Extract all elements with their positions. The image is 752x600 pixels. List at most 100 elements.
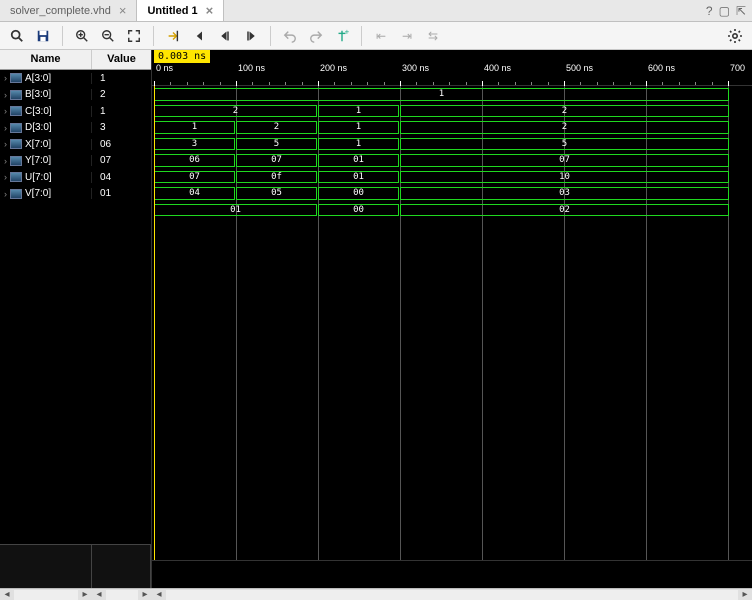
signal-value: 3	[92, 122, 151, 133]
signal-row[interactable]: › D[3:0] 3	[0, 120, 151, 137]
signal-value: 1	[92, 106, 151, 117]
signal-name: B[3:0]	[25, 89, 51, 100]
signal-name: X[7:0]	[25, 139, 51, 150]
bus-icon	[10, 156, 22, 166]
time-tick: 200 ns	[318, 75, 345, 85]
chevron-right-icon[interactable]: ›	[4, 106, 7, 116]
waveform-area[interactable]: 0.003 ns 0 ns100 ns200 ns300 ns400 ns500…	[152, 50, 752, 588]
wave-segment: 5	[236, 138, 317, 151]
tab-bar: solver_complete.vhd × Untitled 1 × ? ▢ ⇱	[0, 0, 752, 22]
signal-name: D[3:0]	[25, 122, 52, 133]
chevron-right-icon[interactable]: ›	[4, 123, 7, 133]
wave-segment: 04	[154, 187, 235, 200]
signal-value: 07	[92, 155, 151, 166]
bus-icon	[10, 123, 22, 133]
wave-segment: 2	[400, 105, 729, 118]
wave-segment: 07	[400, 154, 729, 167]
wave-segment: 2	[154, 105, 317, 118]
tab-solver[interactable]: solver_complete.vhd ×	[0, 0, 137, 21]
wave-segment: 01	[318, 171, 399, 184]
chevron-right-icon[interactable]: ›	[4, 139, 7, 149]
prev-edge-icon[interactable]: ⇤	[370, 25, 392, 47]
maximize-icon[interactable]: ▢	[719, 4, 730, 18]
chevron-right-icon[interactable]: ›	[4, 73, 7, 83]
wave-row: 010002	[152, 202, 752, 219]
zoom-fit-icon[interactable]	[123, 25, 145, 47]
time-tick: 300 ns	[400, 75, 427, 85]
signal-value: 1	[92, 73, 151, 84]
signal-row[interactable]: ›U[7:0]04	[0, 169, 151, 186]
signal-value: 01	[92, 188, 151, 199]
help-icon[interactable]: ?	[706, 4, 713, 18]
col-name-header: Name	[0, 50, 92, 69]
wave-segment: 1	[154, 121, 235, 134]
wave-row: 1212	[152, 119, 752, 136]
close-icon[interactable]: ×	[206, 3, 214, 18]
wave-segment: 07	[154, 171, 235, 184]
bus-icon	[10, 73, 22, 83]
add-marker-icon[interactable]: +	[331, 25, 353, 47]
signal-panel: Name Value › A[3:0] 1 › B[3:0] 2 › C[3:0] 1 › D[3:…	[0, 50, 152, 588]
time-ruler[interactable]: 0 ns100 ns200 ns300 ns400 ns500 ns600 ns…	[152, 50, 752, 86]
wave-row: 070f0110	[152, 169, 752, 186]
wave-segment: 01	[318, 154, 399, 167]
signal-row[interactable]: › V[7:0] 01	[0, 186, 151, 203]
wave-segment: 2	[400, 121, 729, 134]
wave-segment: 06	[154, 154, 235, 167]
goto-start-icon[interactable]	[188, 25, 210, 47]
signal-value: 2	[92, 89, 151, 100]
step-back-icon[interactable]	[214, 25, 236, 47]
signal-name: A[3:0]	[25, 73, 51, 84]
wave-row: 3515	[152, 136, 752, 153]
time-tick: 500 ns	[564, 75, 591, 85]
chevron-right-icon[interactable]: ›	[4, 156, 7, 166]
wave-row: 06070107	[152, 152, 752, 169]
zoom-in-icon[interactable]	[71, 25, 93, 47]
bus-icon	[10, 139, 22, 149]
hscroll-wave[interactable]: ◂▸	[152, 588, 752, 600]
signal-row[interactable]: ›X[7:0]06	[0, 136, 151, 153]
signal-name: C[3:0]	[25, 106, 52, 117]
bus-icon	[10, 172, 22, 182]
tab-untitled[interactable]: Untitled 1 ×	[137, 0, 224, 21]
signal-row[interactable]: › Y[7:0] 07	[0, 153, 151, 170]
next-edge-icon[interactable]: ⇥	[396, 25, 418, 47]
goto-cursor-icon[interactable]	[162, 25, 184, 47]
redo-icon[interactable]	[305, 25, 327, 47]
time-tick: 600 ns	[646, 75, 673, 85]
svg-text:+: +	[345, 29, 349, 36]
time-tick: 700	[728, 75, 743, 85]
close-icon[interactable]: ×	[119, 3, 127, 18]
swap-icon[interactable]: ⇆	[422, 25, 444, 47]
chevron-right-icon[interactable]: ›	[4, 189, 7, 199]
save-icon[interactable]	[32, 25, 54, 47]
signal-row[interactable]: › A[3:0] 1	[0, 70, 151, 87]
zoom-out-icon[interactable]	[97, 25, 119, 47]
chevron-right-icon[interactable]: ›	[4, 172, 7, 182]
wave-segment: 5	[400, 138, 729, 151]
wave-row: 212	[152, 103, 752, 120]
bus-icon	[10, 189, 22, 199]
wave-segment: 05	[236, 187, 317, 200]
signal-row[interactable]: › C[3:0] 1	[0, 103, 151, 120]
wave-segment: 02	[400, 204, 729, 217]
wave-segment: 07	[236, 154, 317, 167]
signal-name: U[7:0]	[25, 172, 52, 183]
signal-row[interactable]: › B[3:0] 2	[0, 87, 151, 104]
cursor-line[interactable]	[154, 86, 155, 560]
signal-name: V[7:0]	[25, 188, 51, 199]
wave-segment: 0f	[236, 171, 317, 184]
signal-name: Y[7:0]	[25, 155, 51, 166]
step-forward-icon[interactable]	[240, 25, 262, 47]
settings-icon[interactable]	[724, 25, 746, 47]
hscroll-name[interactable]: ◂▸	[0, 588, 92, 600]
time-tick: 100 ns	[236, 75, 263, 85]
search-icon[interactable]	[6, 25, 28, 47]
undo-icon[interactable]	[279, 25, 301, 47]
wave-row: 1	[152, 86, 752, 103]
popout-icon[interactable]: ⇱	[736, 4, 746, 18]
bus-icon	[10, 106, 22, 116]
chevron-right-icon[interactable]: ›	[4, 90, 7, 100]
col-value-header: Value	[92, 50, 151, 69]
hscroll-value[interactable]: ◂▸	[92, 588, 152, 600]
